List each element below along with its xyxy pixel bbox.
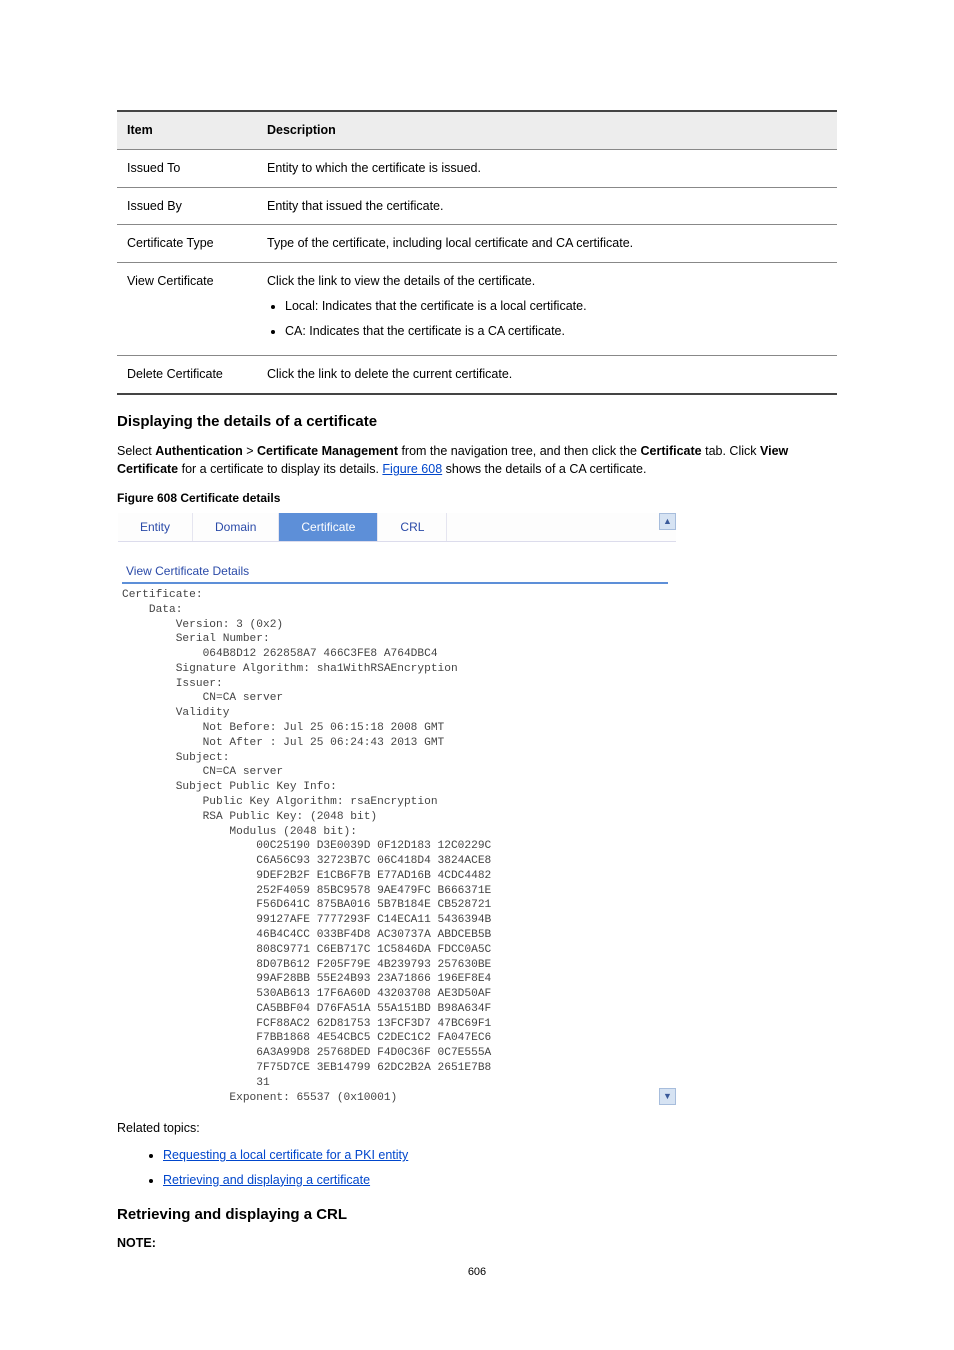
page-number: 606 (0, 1264, 954, 1281)
chevron-up-icon: ▲ (663, 515, 672, 529)
nav-cert-mgmt: Certificate Management (257, 444, 398, 458)
related-topics-list: Requesting a local certificate for a PKI… (145, 1146, 837, 1190)
tab-name-cert: Certificate (640, 444, 701, 458)
row-intro: Click the link to view the details of th… (267, 274, 535, 288)
certificate-details-screenshot: ▲ Entity Domain Certificate CRL View Cer… (118, 513, 676, 1105)
tab-bar: Entity Domain Certificate CRL (118, 513, 676, 542)
cell-desc: Entity that issued the certificate. (257, 187, 837, 225)
related-link-item: Retrieving and displaying a certificate (163, 1171, 837, 1190)
figure-caption: Figure 608 Certificate details (117, 489, 837, 507)
table-row: Certificate Type Type of the certificate… (117, 225, 837, 263)
cell-desc: Entity to which the certificate is issue… (257, 149, 837, 187)
table-header-row: Item Description (117, 111, 837, 149)
tab-entity[interactable]: Entity (118, 513, 193, 541)
certificate-text: Certificate: Data: Version: 3 (0x2) Seri… (122, 588, 672, 1105)
nav-auth: Authentication (155, 444, 243, 458)
note-label: NOTE: (117, 1236, 156, 1250)
table-row: Issued By Entity that issued the certifi… (117, 187, 837, 225)
text-fragment: for a certificate to display its details… (178, 462, 382, 476)
bullet-list: Local: Indicates that the certificate is… (267, 297, 827, 341)
note-block: NOTE: (117, 1234, 837, 1253)
figure-title: Certificate details (180, 491, 280, 505)
cell-item: Delete Certificate (117, 356, 257, 394)
table-row: Issued To Entity to which the certificat… (117, 149, 837, 187)
list-item: CA: Indicates that the certificate is a … (285, 322, 827, 341)
section-heading-display-cert: Displaying the details of a certificate (117, 411, 837, 434)
scroll-down-icon[interactable]: ▼ (659, 1088, 676, 1105)
cell-item: Certificate Type (117, 225, 257, 263)
tab-domain[interactable]: Domain (193, 513, 279, 541)
tab-crl[interactable]: CRL (378, 513, 447, 541)
col-header-desc: Description (257, 111, 837, 149)
parameter-table: Item Description Issued To Entity to whi… (117, 110, 837, 395)
table-row: Delete Certificate Click the link to del… (117, 356, 837, 394)
figure-xref-link[interactable]: Figure 608 (382, 462, 442, 476)
cell-item: Issued To (117, 149, 257, 187)
related-link-retrieve-cert[interactable]: Retrieving and displaying a certificate (163, 1173, 370, 1187)
text-fragment: > (243, 444, 257, 458)
list-item: Local: Indicates that the certificate is… (285, 297, 827, 316)
cell-desc: Click the link to delete the current cer… (257, 356, 837, 394)
text-fragment: from the navigation tree, and then click… (398, 444, 641, 458)
section-heading-crl: Retrieving and displaying a CRL (117, 1204, 837, 1227)
col-header-item: Item (117, 111, 257, 149)
tab-certificate[interactable]: Certificate (279, 513, 378, 541)
chevron-down-icon: ▼ (663, 1090, 672, 1104)
related-link-item: Requesting a local certificate for a PKI… (163, 1146, 837, 1165)
panel-title: View Certificate Details (122, 542, 668, 584)
table-row: View Certificate Click the link to view … (117, 263, 837, 356)
cell-item: Issued By (117, 187, 257, 225)
cell-desc: Type of the certificate, including local… (257, 225, 837, 263)
text-fragment: shows the details of a CA certificate. (442, 462, 646, 476)
text-fragment: Select (117, 444, 155, 458)
intro-paragraph: Select Authentication > Certificate Mana… (117, 442, 837, 480)
figure-number: Figure 608 (117, 491, 180, 505)
related-link-local-cert[interactable]: Requesting a local certificate for a PKI… (163, 1148, 408, 1162)
scroll-up-icon[interactable]: ▲ (659, 513, 676, 530)
related-topics-label: Related topics: (117, 1119, 837, 1138)
cell-item: View Certificate (117, 263, 257, 356)
text-fragment: tab. Click (702, 444, 760, 458)
cell-desc: Click the link to view the details of th… (257, 263, 837, 356)
